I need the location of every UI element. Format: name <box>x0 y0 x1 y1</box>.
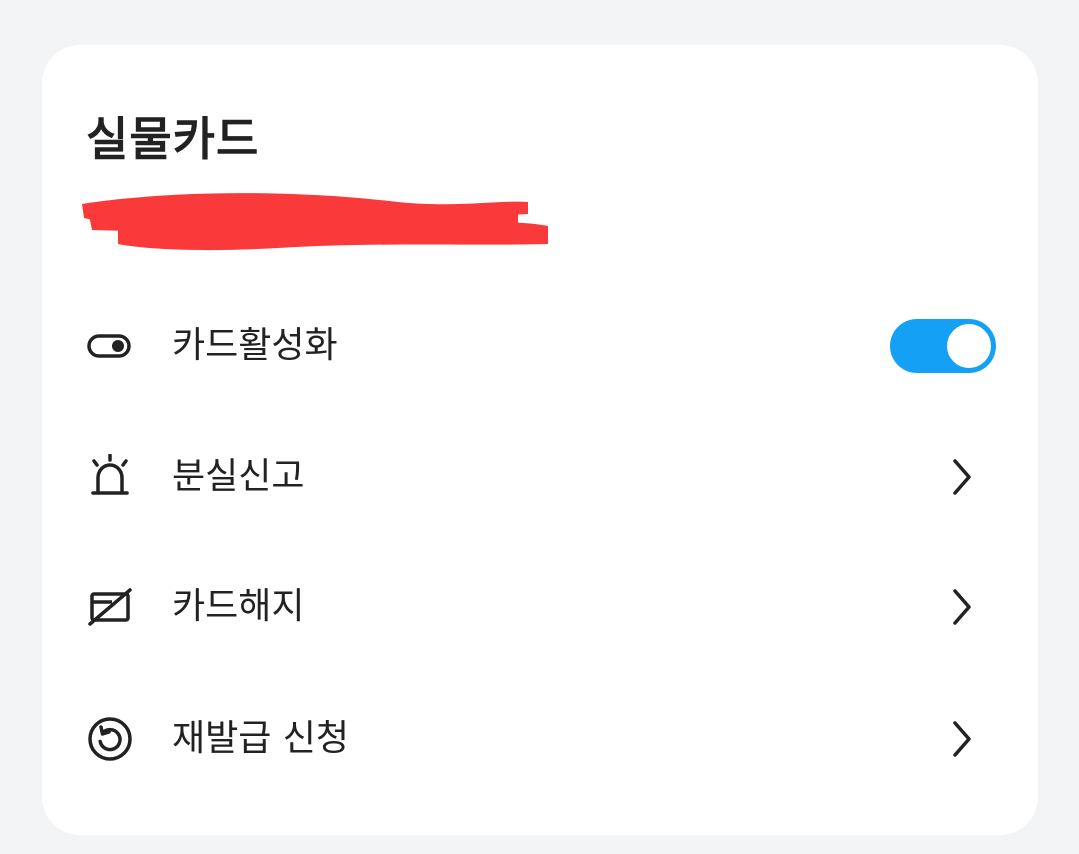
card-title: 실물카드 <box>86 112 260 166</box>
chevron-right-icon <box>947 719 977 759</box>
reissue-label: 재발급 신청 <box>172 718 350 759</box>
toggle-knob <box>946 323 992 369</box>
card-activation-label: 카드활성화 <box>172 325 338 366</box>
refresh-circle-icon <box>86 715 134 763</box>
card-cancel-icon <box>86 583 134 631</box>
chevron-right-icon <box>947 457 977 497</box>
cancel-card-label: 카드해지 <box>172 586 305 627</box>
card-activation-row: 카드활성화 <box>42 296 1038 396</box>
report-lost-row[interactable]: 분실신고 <box>42 427 1038 527</box>
card-activation-toggle[interactable] <box>890 319 996 373</box>
chevron-right-icon <box>947 587 977 627</box>
reissue-row[interactable]: 재발급 신청 <box>42 689 1038 789</box>
cancel-card-row[interactable]: 카드해지 <box>42 557 1038 657</box>
report-lost-label: 분실신고 <box>172 456 305 497</box>
siren-icon <box>86 453 134 501</box>
toggle-switch-icon <box>86 322 134 370</box>
redaction-scribble <box>82 193 548 251</box>
